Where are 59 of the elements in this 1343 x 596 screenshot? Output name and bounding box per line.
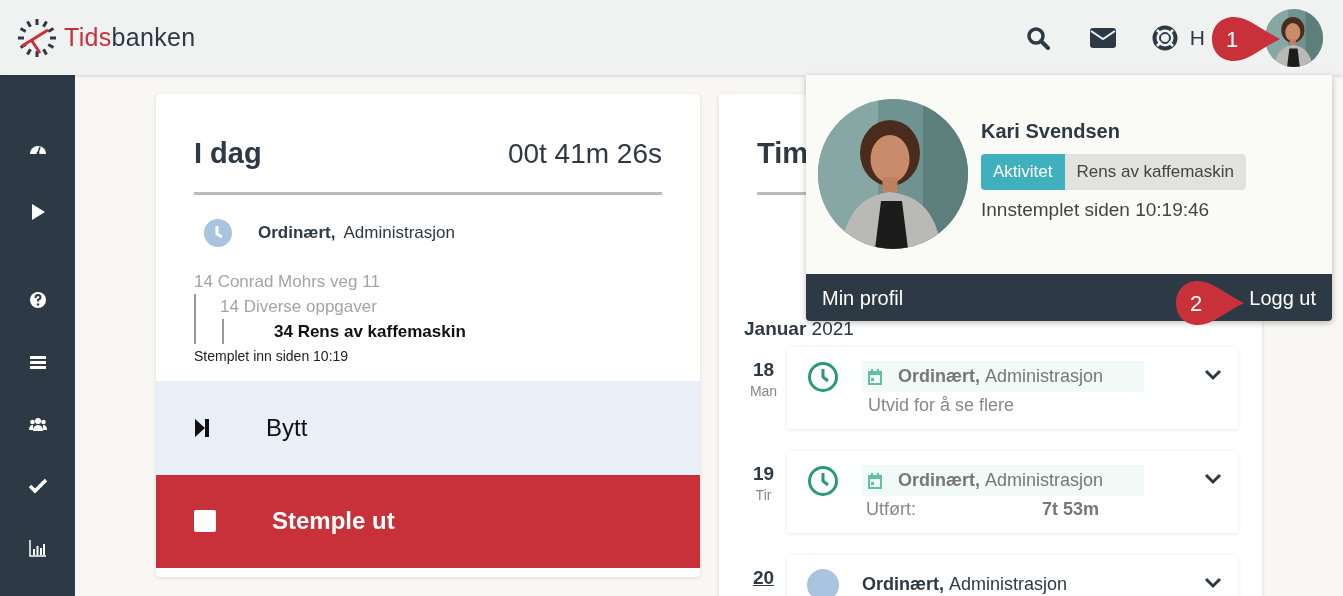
logout-link[interactable]: Logg ut bbox=[1249, 282, 1316, 313]
weekday: Tir bbox=[754, 486, 773, 505]
skip-icon bbox=[194, 417, 210, 438]
callout-badge: 2 bbox=[1174, 279, 1246, 327]
stamped-in-text: Stemplet inn siden 10:19 bbox=[194, 346, 350, 366]
help-link[interactable]: H bbox=[1189, 21, 1205, 54]
activity-tag: Aktivitet bbox=[981, 154, 1065, 190]
clock-icon bbox=[807, 465, 839, 497]
entry-type: Ordinært, bbox=[898, 469, 980, 492]
entry-activity: Administrasjon bbox=[985, 469, 1104, 492]
timer: 00t 41m 26s bbox=[507, 136, 662, 171]
day-entry-card[interactable]: Ordinært, Administrasjon Utvid for å se flere bbox=[787, 347, 1238, 429]
stamped-in-text: Innstemplet siden 10:19:46 bbox=[981, 197, 1211, 222]
chevron-down-icon[interactable] bbox=[1204, 577, 1222, 589]
done-label: Utført: bbox=[866, 498, 917, 521]
stamp-out-button[interactable]: Stemple ut bbox=[156, 474, 700, 568]
list-icon[interactable] bbox=[27, 353, 48, 371]
day-entry-card[interactable]: Ordinært, Administrasjon bbox=[787, 555, 1238, 596]
expand-hint: Utvid for å se flere bbox=[867, 394, 1016, 417]
day-number: 18 bbox=[751, 359, 776, 381]
day-number: 19 bbox=[751, 463, 776, 485]
check-icon[interactable] bbox=[27, 477, 48, 495]
stop-icon bbox=[194, 510, 216, 532]
search-icon[interactable] bbox=[1025, 25, 1050, 50]
card-title: I dag bbox=[194, 136, 262, 171]
tree-item: 34 Rens av kaffemaskin bbox=[273, 320, 467, 343]
calendar-icon bbox=[868, 472, 882, 489]
done-value: 7t 53m bbox=[1042, 498, 1100, 521]
entry-activity: Administrasjon bbox=[985, 365, 1104, 388]
activity-value: Rens av kaffemaskin bbox=[1064, 154, 1246, 190]
callout-badge: 1 bbox=[1210, 15, 1282, 63]
chevron-down-icon[interactable] bbox=[1204, 473, 1222, 485]
day-entry-card[interactable]: Ordinært, Administrasjon Utført: 7t 53m bbox=[787, 451, 1238, 533]
chevron-down-icon[interactable] bbox=[1204, 369, 1222, 381]
help-icon[interactable] bbox=[27, 291, 48, 309]
switch-button[interactable]: Bytt bbox=[156, 380, 700, 475]
chart-icon[interactable] bbox=[27, 539, 48, 557]
users-icon[interactable] bbox=[27, 415, 48, 433]
logo-icon bbox=[18, 18, 56, 57]
tree-item: 14 Diverse oppgaver bbox=[220, 295, 378, 318]
user-name: Kari Svendsen bbox=[981, 119, 1121, 144]
card-title: Tim bbox=[757, 137, 809, 169]
clock-icon bbox=[204, 218, 232, 247]
entry-activity: Administrasjon bbox=[343, 221, 455, 244]
day-number: 20 bbox=[751, 567, 776, 589]
tree-item: 14 Conrad Mohrs veg 11 bbox=[194, 270, 381, 293]
entry-type: Ordinært, bbox=[898, 365, 980, 388]
entry-type: Ordinært, bbox=[862, 573, 944, 596]
profile-link[interactable]: Min profil bbox=[822, 282, 904, 313]
calendar-icon bbox=[868, 368, 882, 385]
logo-text[interactable]: Tidsbanken bbox=[64, 18, 196, 57]
entry-activity: Administrasjon bbox=[949, 573, 1068, 596]
lifebuoy-icon[interactable] bbox=[1151, 24, 1178, 51]
mail-icon[interactable] bbox=[1089, 27, 1116, 48]
year-label: 2021 bbox=[811, 317, 854, 339]
month-label: Januar bbox=[744, 317, 807, 339]
entry-type: Ordinært, bbox=[258, 221, 336, 244]
weekday: Man bbox=[748, 382, 779, 401]
clock-icon bbox=[807, 361, 839, 393]
